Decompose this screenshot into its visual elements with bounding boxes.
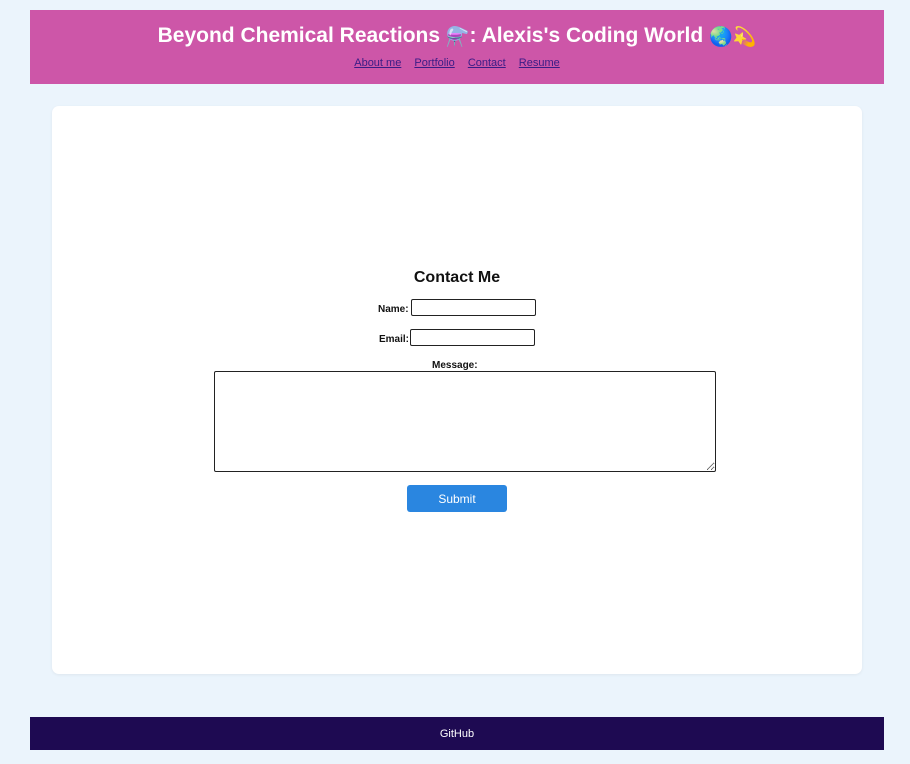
- nav-link-about-me[interactable]: About me: [354, 57, 401, 69]
- nav-link-contact[interactable]: Contact: [468, 57, 506, 69]
- email-input[interactable]: [410, 329, 535, 346]
- site-footer: GitHub: [30, 717, 884, 750]
- email-label: Email:: [379, 334, 410, 345]
- site-title: Beyond Chemical Reactions ⚗️: Alexis's C…: [30, 10, 884, 51]
- contact-card: Contact Me Name: Email: Message: Submit: [52, 106, 862, 674]
- globe-dizzy-icon: 🌏💫: [709, 27, 757, 48]
- submit-button[interactable]: Submit: [407, 485, 507, 512]
- nav-link-portfolio[interactable]: Portfolio: [414, 57, 454, 69]
- name-input[interactable]: [411, 299, 536, 316]
- site-title-text-2: : Alexis's Coding World: [469, 24, 710, 47]
- github-link[interactable]: GitHub: [440, 728, 474, 741]
- site-title-text-1: Beyond Chemical Reactions: [157, 24, 446, 47]
- nav-link-resume[interactable]: Resume: [519, 57, 560, 69]
- contact-heading: Contact Me: [413, 269, 501, 286]
- name-label: Name:: [378, 304, 409, 315]
- site-header: Beyond Chemical Reactions ⚗️: Alexis's C…: [30, 10, 884, 84]
- alembic-icon: ⚗️: [445, 27, 470, 48]
- main-nav: About me Portfolio Contact Resume: [30, 56, 884, 70]
- message-textarea[interactable]: [214, 371, 716, 472]
